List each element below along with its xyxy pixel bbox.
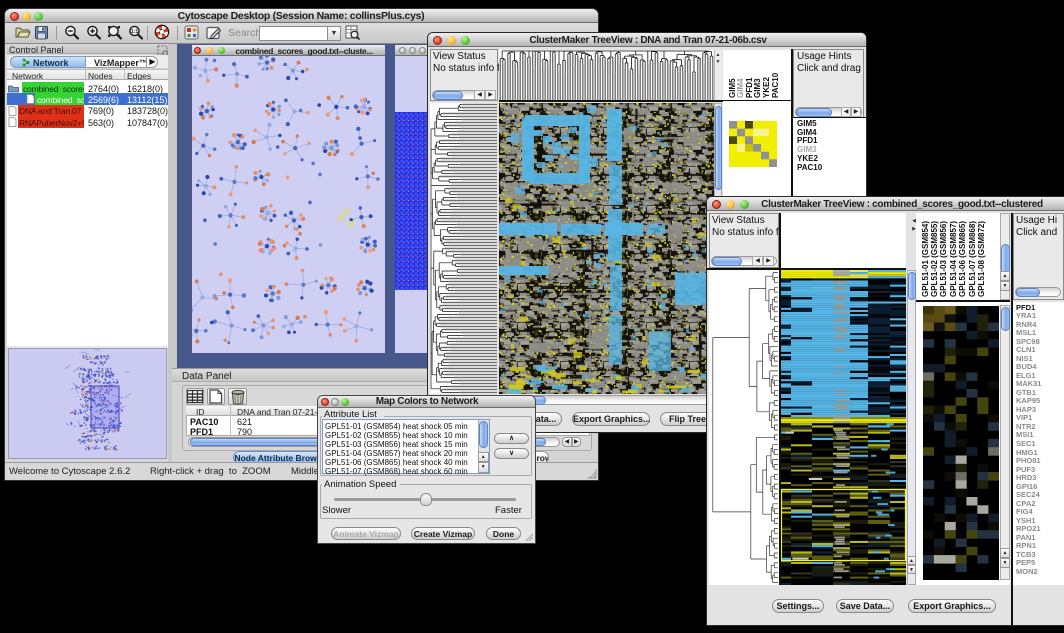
svg-text:1:1: 1:1 xyxy=(131,29,138,35)
